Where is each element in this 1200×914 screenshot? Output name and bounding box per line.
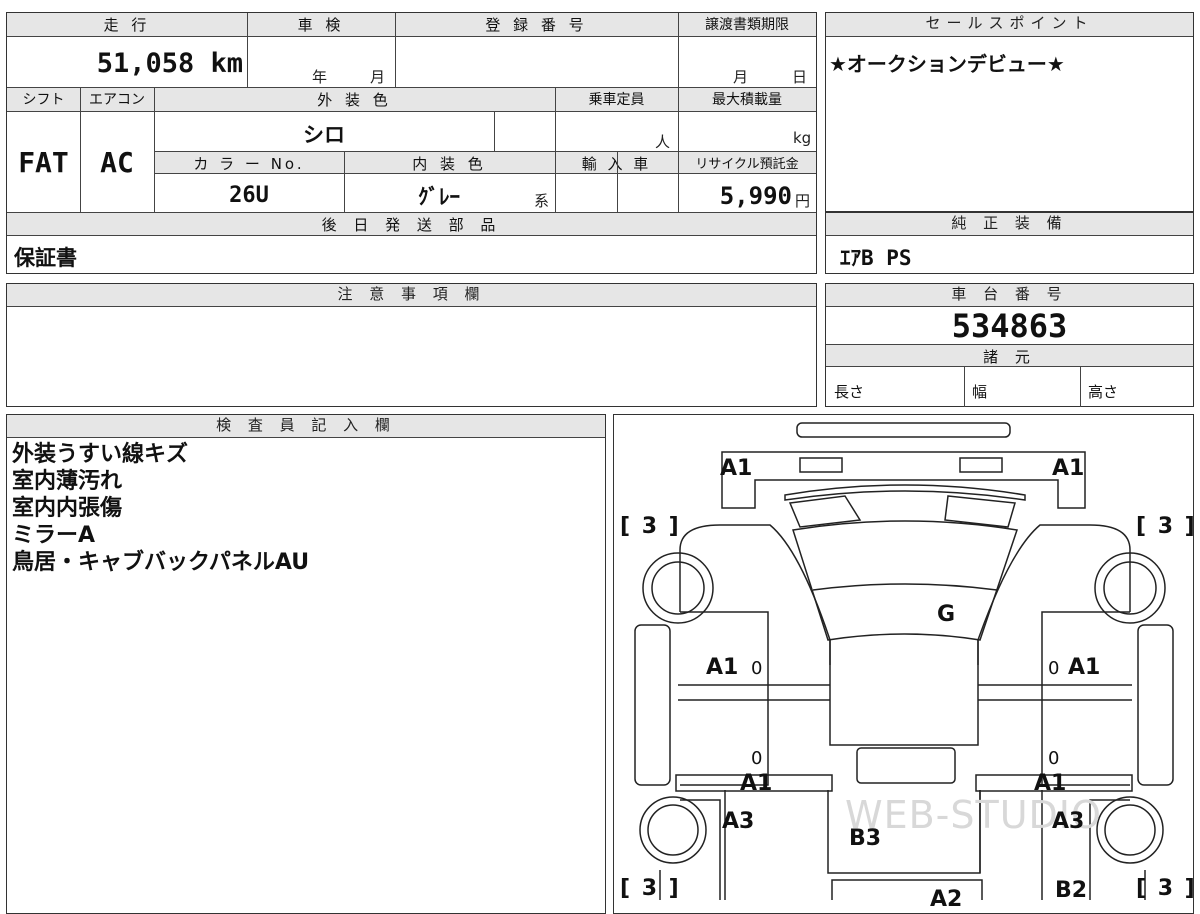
mark-right-rear: A3	[1052, 809, 1085, 834]
interior-color-value: ｸﾞﾚｰ	[418, 185, 460, 209]
inspection-month-unit: 月	[370, 68, 386, 86]
inspector-note: 室内薄汚れ	[12, 469, 123, 494]
mark-zero-left-mid: 0	[751, 748, 763, 769]
mark-front-right: A1	[1052, 456, 1085, 481]
chassis-value: 534863	[951, 307, 1068, 345]
divider	[494, 112, 495, 152]
divider	[80, 88, 81, 212]
capacity-label: 乗車定員	[588, 92, 645, 108]
genuine-equipment-label: 純 正 装 備	[826, 213, 1193, 236]
front-panel-shape	[721, 451, 1086, 509]
inspection-label: 車 検	[297, 16, 345, 34]
wheel-rear-left-shape	[639, 796, 707, 864]
roof-shape	[812, 583, 998, 591]
hood-shape	[784, 484, 1026, 501]
mark-zero-right-mid: 0	[1048, 748, 1060, 769]
aircon-value: AC	[100, 146, 134, 179]
mark-right-door: A1	[1068, 655, 1101, 680]
chassis-label: 車 台 番 号	[826, 284, 1193, 307]
wheel-rear-right-shape	[1096, 796, 1164, 864]
mark-bottom-right: B2	[1055, 878, 1088, 903]
inspection-year-unit: 年	[312, 68, 328, 86]
registration-label: 登 録 番 号	[485, 16, 588, 34]
rear-window-shape	[856, 747, 956, 784]
exterior-color-value: シロ	[303, 123, 345, 147]
width-label: 幅	[972, 383, 988, 401]
mark-front-left: A1	[720, 456, 753, 481]
later-parts-value: 保証書	[14, 246, 77, 270]
color-no-value: 26U	[229, 183, 269, 208]
shift-value: FAT	[18, 146, 69, 179]
fender-right-shape	[977, 524, 1131, 665]
divider	[154, 88, 155, 212]
recycle-value: 5,990	[719, 182, 792, 210]
inspector-note: 鳥居・キャブバックパネルAU	[12, 550, 310, 575]
mark-left-rear: A3	[722, 809, 755, 834]
mark-bed: B3	[849, 826, 882, 851]
cab-back-shape	[829, 640, 979, 746]
later-parts-label: 後 日 発 送 部 品	[321, 216, 502, 234]
headlamp-right-shape	[959, 457, 1003, 473]
mileage-label: 走 行	[103, 16, 151, 34]
divider	[1080, 367, 1081, 407]
divider	[678, 13, 679, 87]
mileage-value: 51,058 km	[96, 48, 243, 79]
divider	[395, 13, 396, 87]
caution-label: 注 意 事 項 欄	[7, 284, 816, 307]
mark-left-lower: A1	[740, 771, 773, 796]
divider	[344, 152, 345, 212]
front-bumper-shape	[796, 422, 1011, 438]
mark-bracket-top-right: [ 3 ]	[1136, 514, 1197, 539]
divider	[555, 88, 556, 212]
mark-windshield: G	[937, 602, 956, 627]
mirror-left-shape	[788, 495, 862, 528]
sales-point-label: セールスポイント	[826, 13, 1193, 37]
mark-left-door: A1	[706, 655, 739, 680]
height-label: 高さ	[1088, 383, 1119, 401]
inspector-note: 室内内張傷	[12, 496, 123, 521]
specs-label: 諸 元	[983, 348, 1036, 366]
aircon-label: エアコン	[89, 92, 145, 108]
shift-label: シフト	[22, 92, 65, 108]
inspector-notes: 外装うすい線キズ 室内薄汚れ 室内内張傷 ミラーA 鳥居・キャブバックパネルAU	[12, 441, 309, 576]
divider	[617, 152, 618, 212]
transfer-deadline-label: 譲渡書類期限	[705, 17, 789, 33]
genuine-equipment-value: ｴｱB PS	[840, 246, 912, 270]
side-step-right-shape	[1137, 624, 1174, 786]
windshield-shape	[792, 520, 1018, 641]
max-load-label: 最大積載量	[712, 92, 782, 108]
mark-bracket-bottom-left: [ 3 ]	[620, 876, 681, 901]
recycle-label: リサイクル預託金	[695, 157, 799, 172]
mark-bracket-top-left: [ 3 ]	[620, 514, 681, 539]
mark-bracket-bottom-right: [ 3 ]	[1136, 876, 1197, 901]
side-step-left-shape	[634, 624, 671, 786]
headlamp-left-shape	[799, 457, 843, 473]
exterior-color-label: 外 装 色	[317, 91, 392, 109]
color-no-label: カ ラ ー No.	[193, 155, 305, 173]
inspector-label: 検 査 員 記 入 欄	[7, 415, 605, 438]
length-label: 長さ	[834, 383, 865, 401]
capacity-unit: 人	[655, 133, 671, 151]
inspector-note: 外装うすい線キズ	[12, 442, 189, 467]
mark-zero-right-top: 0	[1048, 658, 1060, 679]
divider	[964, 367, 965, 407]
transfer-day-unit: 日	[792, 68, 808, 86]
interior-color-label: 内 装 色	[412, 155, 487, 173]
sales-point-value: ★オークションデビュー★	[829, 52, 1065, 76]
divider	[247, 13, 248, 87]
divider	[678, 88, 679, 212]
mark-zero-left-top: 0	[751, 658, 763, 679]
inspector-note: ミラーA	[12, 523, 96, 548]
mark-right-lower: A1	[1034, 771, 1067, 796]
interior-color-unit: 系	[534, 192, 550, 210]
sales-point-box	[825, 12, 1194, 212]
recycle-unit: 円	[795, 192, 811, 210]
transfer-month-unit: 月	[733, 68, 749, 86]
max-load-unit: kg	[793, 129, 812, 147]
